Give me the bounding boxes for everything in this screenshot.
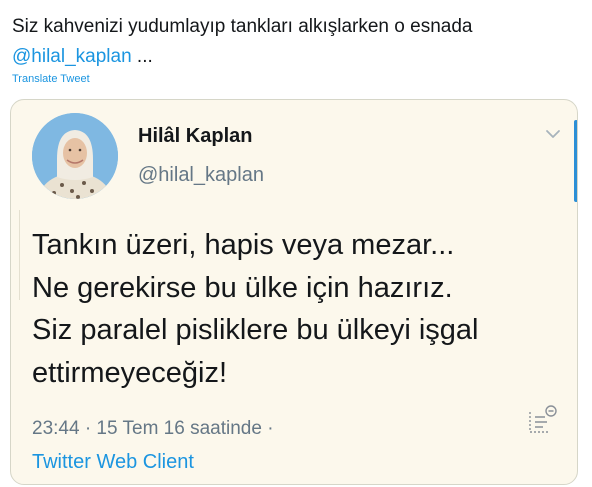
scrollbar[interactable]	[574, 120, 577, 202]
divider-line	[19, 210, 20, 300]
timestamp[interactable]: 23:44 · 15 Tem 16 saatinde ·	[32, 418, 274, 440]
user-handle[interactable]: @hilal_kaplan	[138, 164, 264, 187]
tweet-text: Siz kahvenizi yudumlayıp tankları alkışl…	[12, 12, 582, 72]
avatar[interactable]	[32, 113, 118, 199]
display-name[interactable]: Hilâl Kaplan	[138, 125, 252, 148]
quote-line: Siz paralel pisliklere bu ülkeyi işgal	[32, 314, 479, 346]
mention-link[interactable]: @hilal_kaplan	[12, 46, 132, 67]
quoted-tweet-card[interactable]: Hilâl Kaplan @hilal_kaplan Tankın üzeri,…	[10, 99, 578, 485]
chevron-down-icon[interactable]	[541, 125, 565, 143]
quote-line: Tankın üzeri, hapis veya mezar...	[32, 229, 455, 261]
document-menu-icon[interactable]	[525, 404, 559, 438]
translate-tweet-link[interactable]: Translate Tweet	[12, 73, 90, 85]
quote-line: Ne gerekirse bu ülke için hazırız.	[32, 271, 453, 304]
quote-line: ettirmeyeceğiz!	[32, 356, 228, 389]
tweet-text-body: Siz kahvenizi yudumlayıp tankları alkışl…	[12, 16, 473, 37]
user-avatar-icon	[32, 113, 118, 199]
client-link[interactable]: Twitter Web Client	[32, 451, 194, 474]
quoted-tweet-body: Tankın üzeri, hapis veya mezar... Ne ger…	[32, 224, 562, 394]
tweet-ellipsis: ...	[131, 46, 153, 67]
